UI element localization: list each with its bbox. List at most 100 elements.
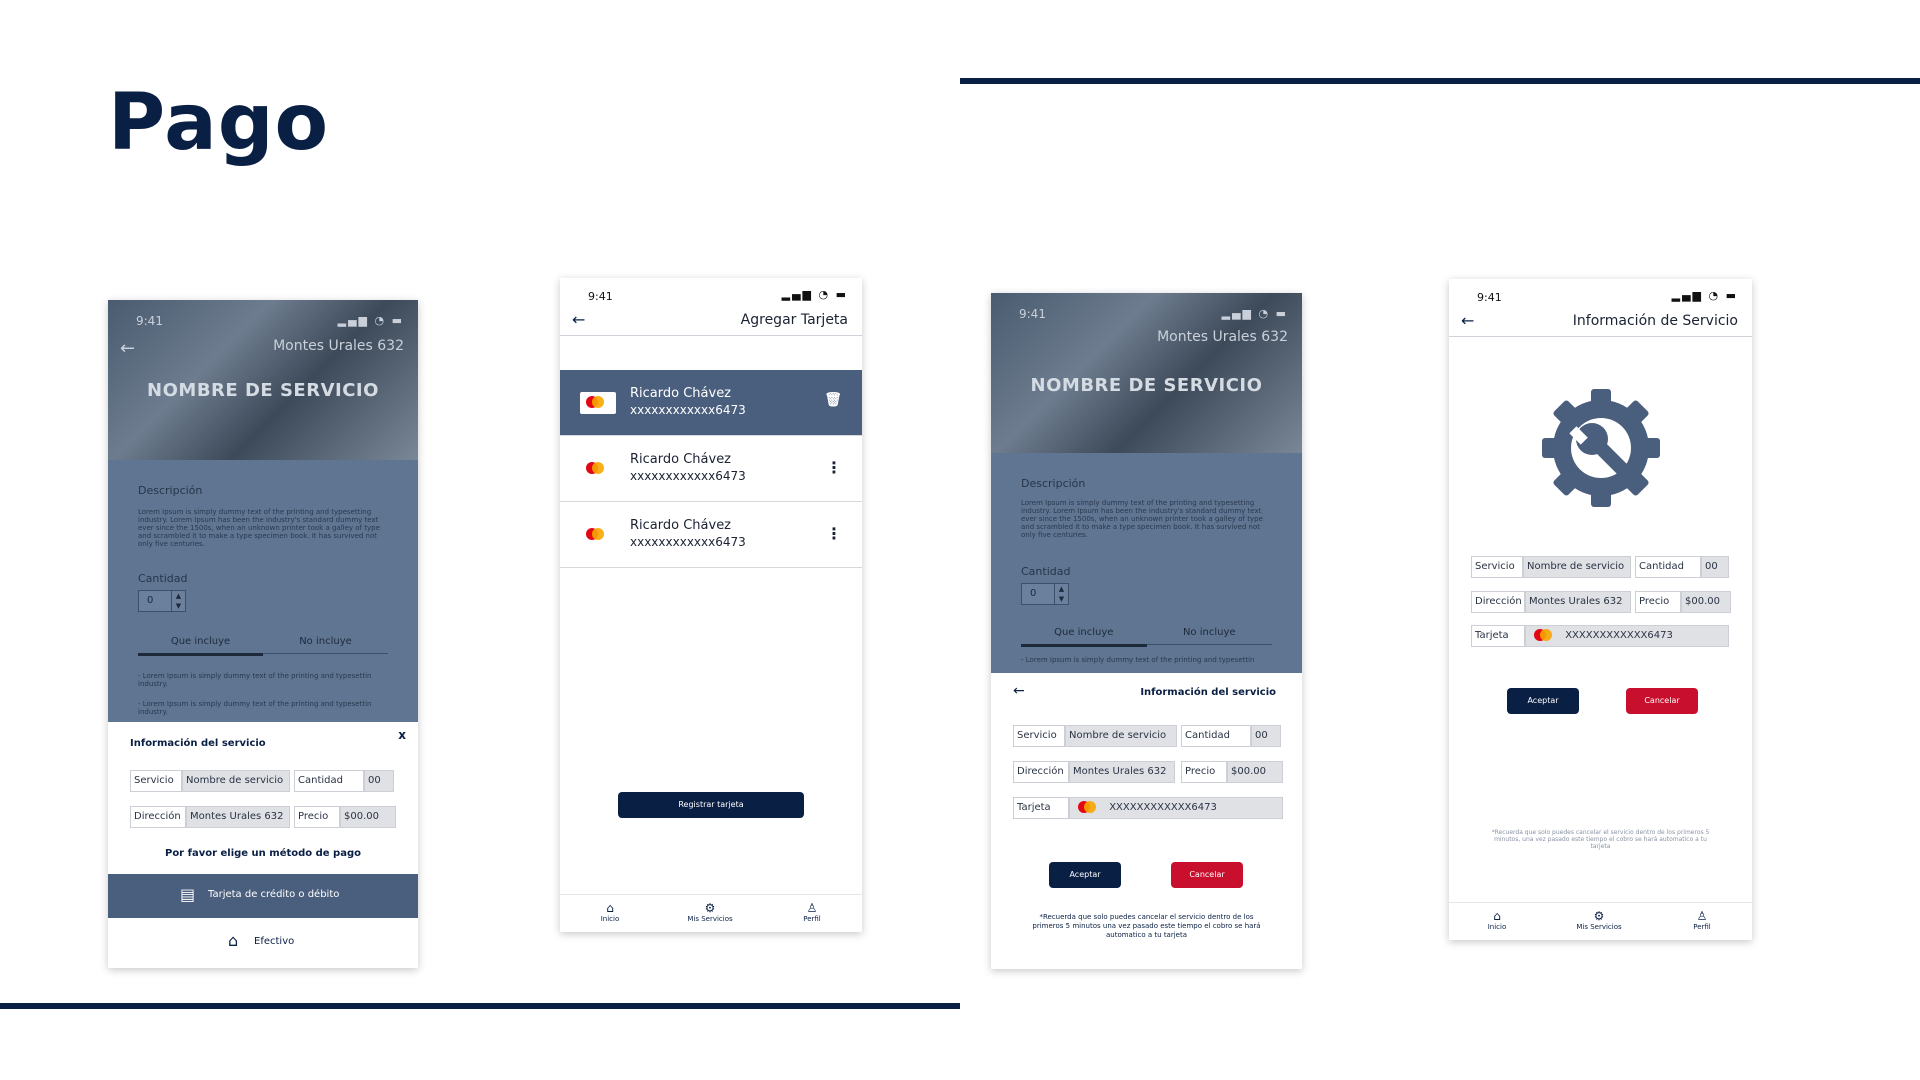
payment-sheet: Información del servicio x Servicio Nomb… <box>108 722 418 968</box>
card-holder: Ricardo Chávez <box>630 518 732 533</box>
top-bar: 9:41 ▂▄▆ ◔ ▬ ← Información de Servicio <box>1449 279 1752 337</box>
servicio-label: Servicio <box>1471 556 1523 578</box>
accept-button[interactable]: Aceptar <box>1049 862 1121 888</box>
phone-add-card: 9:41 ▂▄▆ ◔ ▬ ← Agregar Tarjeta Ricardo C… <box>560 278 862 932</box>
quantity-stepper[interactable]: 0 ▲ ▼ <box>1021 583 1069 605</box>
include-tabs: Que incluye No incluye <box>138 634 388 656</box>
precio-value: $00.00 <box>1681 591 1731 613</box>
card-item-selected[interactable]: Ricardo Chávez xxxxxxxxxxxx6473 🗑 <box>560 370 862 436</box>
quantity-value: 0 <box>1030 588 1037 599</box>
back-arrow-icon[interactable]: ← <box>1013 683 1025 699</box>
phone-payment-method: 9:41 ▂▄▆ ◔ ▬ ← Montes Urales 632 NOMBRE … <box>108 300 418 968</box>
hero-address: Montes Urales 632 <box>273 338 404 354</box>
include-tabs: Que incluye No incluye <box>1021 625 1273 647</box>
bullet-item: - Lorem Ipsum is simply dummy text of th… <box>138 672 372 688</box>
hero-address: Montes Urales 632 <box>1157 329 1288 345</box>
sheet-title: Información del servicio <box>130 738 266 749</box>
bullet-item: - Lorem Ipsum is simply dummy text of th… <box>138 700 372 716</box>
back-arrow-icon[interactable]: ← <box>1461 311 1474 330</box>
quantity-label: Cantidad <box>1021 565 1071 578</box>
card-number: xxxxxxxxxxxx6473 <box>630 403 746 417</box>
tab-excludes[interactable]: No incluye <box>1147 627 1273 638</box>
more-options-icon[interactable]: ⋮ <box>826 524 842 543</box>
nav-home[interactable]: ⌂ Inicio <box>570 901 650 923</box>
card-item[interactable]: Ricardo Chávez xxxxxxxxxxxx6473 ⋮ <box>560 436 862 502</box>
status-time: 9:41 <box>1019 307 1046 321</box>
close-icon[interactable]: x <box>398 728 406 742</box>
servicio-value: Nombre de servicio <box>182 770 290 792</box>
services-icon: ⚙ <box>1593 909 1605 923</box>
credit-card-icon: ▤ <box>180 885 196 904</box>
status-icons: ▂▄▆ ◔ ▬ <box>1671 289 1738 302</box>
nav-profile[interactable]: ♙ Perfil <box>1662 909 1742 931</box>
status-time: 9:41 <box>588 290 613 303</box>
nav-services[interactable]: ⚙ Mis Servicios <box>670 901 750 923</box>
precio-label: Precio <box>294 806 340 828</box>
services-icon: ⚙ <box>704 901 716 915</box>
precio-label: Precio <box>1181 761 1227 783</box>
cancel-note: *Recuerda que solo puedes cancelar el se… <box>1491 829 1710 850</box>
direccion-value: Montes Urales 632 <box>1069 761 1175 783</box>
cash-payment-option[interactable]: ⌂ Efectivo <box>108 920 418 964</box>
direccion-value: Montes Urales 632 <box>1525 591 1631 613</box>
choose-method-text: Por favor elige un método de pago <box>164 848 361 859</box>
card-number: xxxxxxxxxxxx6473 <box>630 535 746 549</box>
mastercard-icon <box>586 528 604 540</box>
cancel-note: *Recuerda que solo puedes cancelar el se… <box>1032 913 1261 939</box>
more-options-icon[interactable]: ⋮ <box>826 458 842 477</box>
card-option-label: Tarjeta de crédito o débito <box>208 889 340 900</box>
stepper-arrows-icon[interactable]: ▲ ▼ <box>171 591 185 611</box>
cantidad-value: 00 <box>364 770 394 792</box>
card-holder: Ricardo Chávez <box>630 386 732 401</box>
description-text: Lorem Ipsum is simply dummy text of the … <box>138 508 380 548</box>
card-item[interactable]: Ricardo Chávez xxxxxxxxxxxx6473 ⋮ <box>560 502 862 568</box>
servicio-value: Nombre de servicio <box>1065 725 1177 747</box>
service-detail: Descripción Lorem Ipsum is simply dummy … <box>991 453 1302 673</box>
cancel-button[interactable]: Cancelar <box>1626 688 1698 714</box>
back-arrow-icon[interactable]: ← <box>120 338 135 359</box>
nav-services[interactable]: ⚙ Mis Servicios <box>1559 909 1639 931</box>
precio-label: Precio <box>1635 591 1681 613</box>
servicio-value: Nombre de servicio <box>1523 556 1631 578</box>
mastercard-icon <box>1078 801 1096 813</box>
tab-excludes[interactable]: No incluye <box>263 636 388 647</box>
nav-profile[interactable]: ♙ Perfil <box>772 901 852 923</box>
tarjeta-value: XXXXXXXXXXXX6473 <box>1565 630 1673 641</box>
quantity-stepper[interactable]: 0 ▲ ▼ <box>138 590 186 612</box>
home-icon: ⌂ <box>1493 909 1501 923</box>
quantity-label: Cantidad <box>138 572 188 585</box>
service-hero: 9:41 ▂▄▆ ◔ ▬ Montes Urales 632 NOMBRE DE… <box>991 293 1302 453</box>
stepper-arrows-icon[interactable]: ▲ ▼ <box>1054 584 1068 604</box>
cantidad-label: Cantidad <box>1635 556 1701 578</box>
status-icons: ▂▄▆ ◔ ▬ <box>337 314 404 327</box>
cash-icon: ⌂ <box>228 931 239 950</box>
register-card-button[interactable]: Registrar tarjeta <box>618 792 804 818</box>
status-time: 9:41 <box>1477 291 1502 304</box>
tab-includes[interactable]: Que incluye <box>138 636 263 656</box>
accept-button[interactable]: Aceptar <box>1507 688 1579 714</box>
precio-value: $00.00 <box>1227 761 1283 783</box>
direccion-label: Dirección <box>1013 761 1069 783</box>
tab-includes[interactable]: Que incluye <box>1021 627 1147 647</box>
status-icons: ▂▄▆ ◔ ▬ <box>1221 307 1288 320</box>
service-name: NOMBRE DE SERVICIO <box>147 380 379 401</box>
card-payment-option[interactable]: ▤ Tarjeta de crédito o débito <box>108 874 418 918</box>
trash-icon[interactable]: 🗑 <box>824 392 842 408</box>
tarjeta-value: XXXXXXXXXXXX6473 <box>1109 802 1217 813</box>
cancel-button[interactable]: Cancelar <box>1171 862 1243 888</box>
cash-option-label: Efectivo <box>254 936 295 947</box>
profile-icon: ♙ <box>806 901 818 915</box>
card-number: xxxxxxxxxxxx6473 <box>630 469 746 483</box>
nav-home[interactable]: ⌂ Inicio <box>1457 909 1537 931</box>
quantity-value: 0 <box>147 595 154 606</box>
description-label: Descripción <box>1021 477 1086 490</box>
bottom-nav: ⌂ Inicio ⚙ Mis Servicios ♙ Perfil <box>1449 902 1752 940</box>
card-holder: Ricardo Chávez <box>630 452 732 467</box>
mastercard-icon <box>586 396 604 408</box>
bottom-nav: ⌂ Inicio ⚙ Mis Servicios ♙ Perfil <box>560 894 862 932</box>
back-arrow-icon[interactable]: ← <box>572 310 585 329</box>
sheet-title: Información del servicio <box>1140 687 1276 698</box>
servicio-label: Servicio <box>130 770 182 792</box>
page-title: Pago <box>108 78 330 168</box>
cantidad-label: Cantidad <box>1181 725 1251 747</box>
